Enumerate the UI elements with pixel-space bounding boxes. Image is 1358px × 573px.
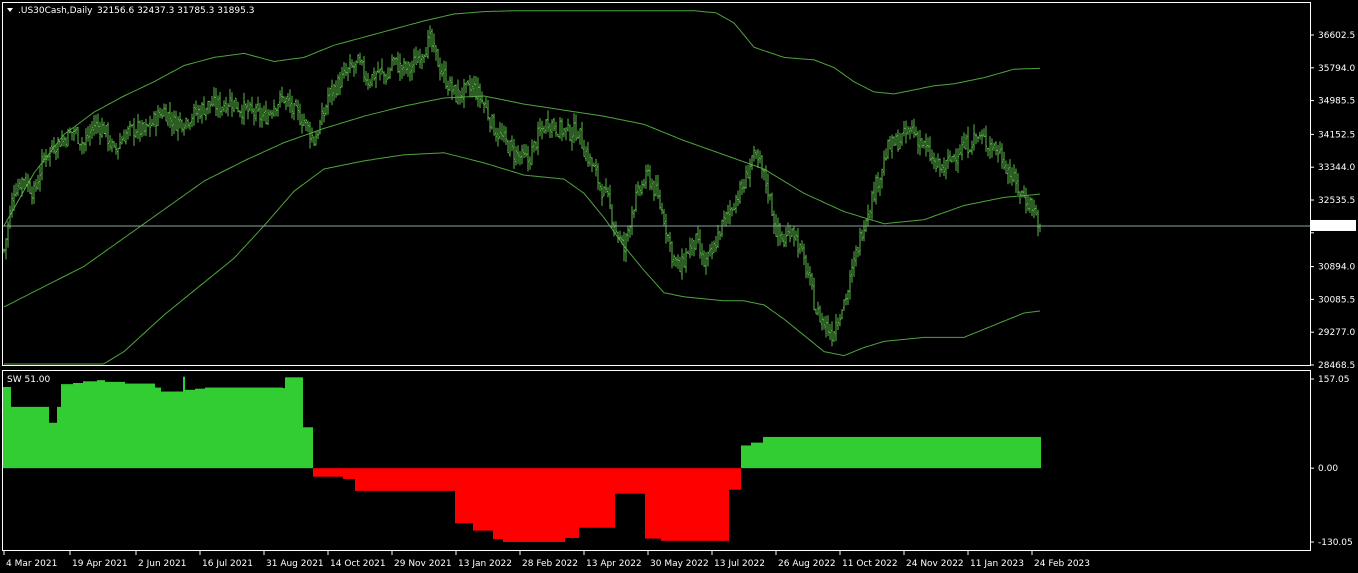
histogram-bar-positive xyxy=(73,383,83,469)
price-tick-label: 33344.0 xyxy=(1318,163,1355,173)
histogram-bar-negative xyxy=(403,468,443,491)
time-tick-label: 4 Mar 2021 xyxy=(6,559,57,569)
time-tick-label: 31 Aug 2021 xyxy=(266,559,324,569)
time-tick-label: 26 Aug 2022 xyxy=(778,559,836,569)
histogram-bar-positive xyxy=(285,377,303,469)
time-tick-label: 29 Nov 2021 xyxy=(394,559,452,569)
indicator-tick-label: 157.05 xyxy=(1318,375,1350,385)
histogram-bar-positive xyxy=(751,442,763,469)
current-price-label-text: 31895.3 xyxy=(1314,222,1351,232)
histogram-bar-positive xyxy=(161,391,179,469)
price-tick-label: 30085.5 xyxy=(1318,295,1355,305)
histogram-bar-negative xyxy=(729,468,741,490)
price-tick-label: 28468.5 xyxy=(1318,361,1355,371)
histogram-bar-negative xyxy=(661,468,687,541)
symbol-label: .US30Cash,Daily xyxy=(18,6,93,16)
histogram-bar-negative xyxy=(645,468,661,539)
histogram-bar-positive xyxy=(303,427,313,469)
chart-header: .US30Cash,Daily 32156.6 32437.3 31785.3 … xyxy=(7,6,254,16)
histogram-bar-positive xyxy=(223,387,243,469)
histogram-bar-positive xyxy=(83,381,97,469)
histogram-bar-negative xyxy=(579,468,615,528)
time-tick-label: 11 Oct 2022 xyxy=(842,559,898,569)
histogram-bar-positive xyxy=(185,389,195,469)
histogram-bar-positive xyxy=(243,387,283,469)
price-tick-label: 29277.0 xyxy=(1318,328,1355,338)
histogram-bar-positive xyxy=(763,436,1041,469)
time-tick-label: 30 May 2022 xyxy=(650,559,709,569)
histogram-bar-negative xyxy=(473,468,493,531)
histogram-bar-positive xyxy=(61,384,73,469)
histogram-bar-negative xyxy=(703,468,721,541)
time-tick-label: 24 Nov 2022 xyxy=(906,559,964,569)
trading-chart[interactable]: 36602.5 35794.0 34985.5 34152.5 33344.0 32535… xyxy=(0,0,1358,573)
price-tick-label: 34152.5 xyxy=(1318,130,1355,140)
histogram-bar-positive xyxy=(125,383,153,469)
price-tick-label: 36602.5 xyxy=(1318,31,1355,41)
histogram-bar-positive xyxy=(105,381,125,469)
time-tick-label: 2 Jun 2021 xyxy=(138,559,186,569)
histogram-bar-negative xyxy=(355,468,403,491)
histogram-bar-positive xyxy=(97,380,105,469)
histogram-bar-negative xyxy=(615,468,641,494)
histogram-bar-positive xyxy=(183,376,185,469)
time-tick-label: 19 Apr 2021 xyxy=(72,559,128,569)
price-tick-label: 34985.5 xyxy=(1318,97,1355,107)
histogram-bar-negative xyxy=(313,468,343,477)
histogram-bar-negative xyxy=(503,468,533,542)
price-tick-label: 32535.5 xyxy=(1318,196,1355,206)
histogram-bar-negative xyxy=(687,468,703,541)
price-tick-label: 35794.0 xyxy=(1318,64,1355,74)
histogram-bar-negative xyxy=(641,468,645,494)
histogram-bar-negative xyxy=(443,468,455,491)
histogram-bar-positive xyxy=(741,445,751,469)
histogram-bar-negative xyxy=(565,468,579,538)
histogram-bar-negative xyxy=(493,468,503,540)
histogram-bar-positive xyxy=(11,406,49,469)
histogram-bar-positive xyxy=(3,386,11,469)
ohlc-values: 32156.6 32437.3 31785.3 31895.3 xyxy=(97,6,254,16)
indicator-tick-label: 0.00 xyxy=(1318,464,1338,474)
indicator-title: SW 51.00 xyxy=(7,375,51,385)
time-tick-label: 13 Jan 2022 xyxy=(458,559,512,569)
histogram-bar-negative xyxy=(455,468,473,524)
price-tick-label: 30894.0 xyxy=(1318,263,1355,273)
histogram-bar-positive xyxy=(155,387,161,469)
histogram-bar-positive xyxy=(195,388,205,469)
histogram-bar-negative xyxy=(343,468,355,479)
time-tick-label: 11 Jan 2023 xyxy=(970,559,1024,569)
time-tick-label: 28 Feb 2022 xyxy=(522,559,578,569)
time-tick-label: 14 Oct 2021 xyxy=(330,559,386,569)
indicator-tick-label: -130.05 xyxy=(1318,538,1353,548)
time-tick-label: 16 Jul 2021 xyxy=(202,559,253,569)
histogram-bar-negative xyxy=(533,468,565,542)
histogram-bar-positive xyxy=(205,387,223,469)
histogram-bar-positive xyxy=(57,406,61,469)
histogram-bar-positive xyxy=(49,422,57,469)
time-tick-label: 13 Jul 2022 xyxy=(714,559,765,569)
current-price-label: 31895.3 xyxy=(1311,219,1356,232)
time-tick-label: 13 Apr 2022 xyxy=(586,559,642,569)
histogram-bar-positive xyxy=(283,388,285,469)
time-tick-label: 24 Feb 2023 xyxy=(1034,559,1090,569)
histogram-bar-negative xyxy=(721,468,729,541)
histogram-bar-positive xyxy=(153,383,155,469)
histogram-bar-positive xyxy=(179,391,183,469)
